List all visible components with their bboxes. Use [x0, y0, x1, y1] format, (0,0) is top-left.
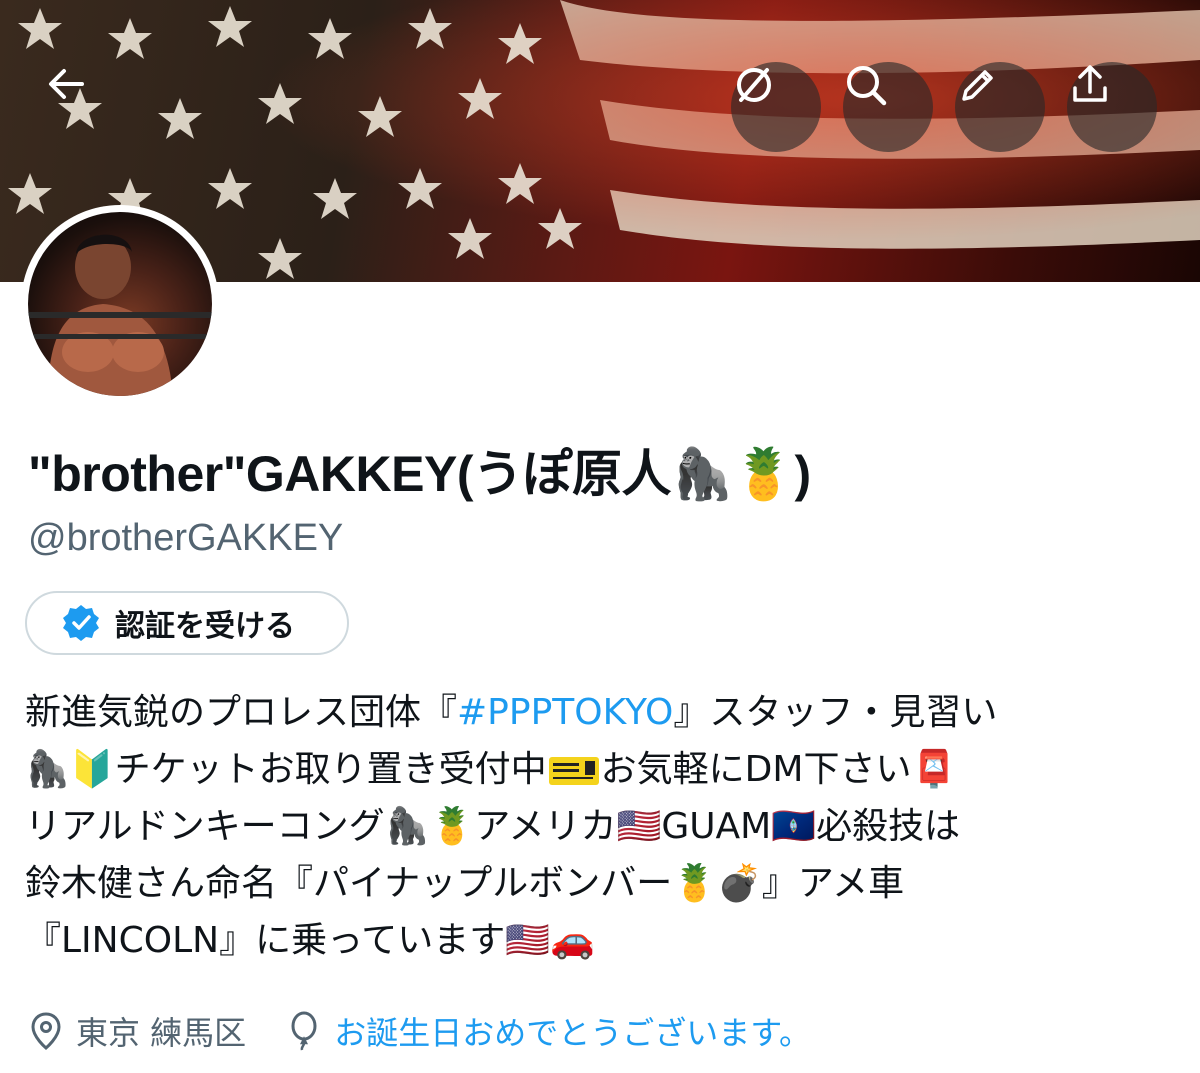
- bio-text: リアルドンキーコング🦍🍍アメリカ🇺🇸GUAM🇬🇺必殺技は: [25, 806, 961, 847]
- user-handle: @brotherGAKKEY: [28, 517, 344, 559]
- profile-bio: 新進気鋭のプロレス団体『#PPPTOKYO』スタッフ・見習い 🦍🔰チケットお取り…: [25, 684, 1190, 969]
- share-icon: [1073, 65, 1107, 102]
- get-verified-button[interactable]: 認証を受ける: [25, 591, 349, 655]
- hashtag-link[interactable]: #PPPTOKYO: [457, 692, 673, 733]
- birthday-link[interactable]: お誕生日おめでとうございます。: [334, 1008, 811, 1054]
- hide-button[interactable]: [731, 62, 821, 152]
- profile-meta: 東京 練馬区 お誕生日おめでとうございます。: [28, 1008, 811, 1054]
- verified-badge-icon: [63, 605, 99, 641]
- edit-button[interactable]: [955, 62, 1045, 152]
- bio-text: 』スタッフ・見習い: [673, 692, 998, 733]
- avatar[interactable]: [21, 205, 219, 403]
- pencil-icon: [962, 70, 993, 101]
- get-verified-label: 認証を受ける: [115, 609, 295, 644]
- location-icon: [31, 1012, 61, 1050]
- bio-text: 🦍🔰チケットお取り置き受付中: [25, 749, 547, 790]
- bio-text: 新進気鋭のプロレス団体『: [25, 692, 458, 733]
- search-icon: [847, 66, 887, 106]
- avatar-image: [28, 212, 212, 396]
- bio-text: お気軽にDM下さい📮: [600, 749, 957, 790]
- location-text: 東京 練馬区: [76, 1014, 247, 1052]
- bio-text: 『LINCOLN』に乗っています🇺🇸🚗: [25, 920, 595, 961]
- balloon-icon: [291, 1011, 317, 1051]
- bio-text: 鈴木健さん命名『パイナップルボンバー🍍💣』アメ車: [25, 863, 905, 904]
- display-name: "brother"GAKKEY(うぽ原人🦍🍍): [28, 446, 811, 502]
- arrow-left-icon: [49, 69, 84, 99]
- ticket-icon: [548, 757, 599, 785]
- circle-slash-icon: [737, 68, 771, 102]
- share-button[interactable]: [1067, 62, 1157, 152]
- search-button[interactable]: [843, 62, 933, 152]
- back-button[interactable]: [44, 62, 134, 152]
